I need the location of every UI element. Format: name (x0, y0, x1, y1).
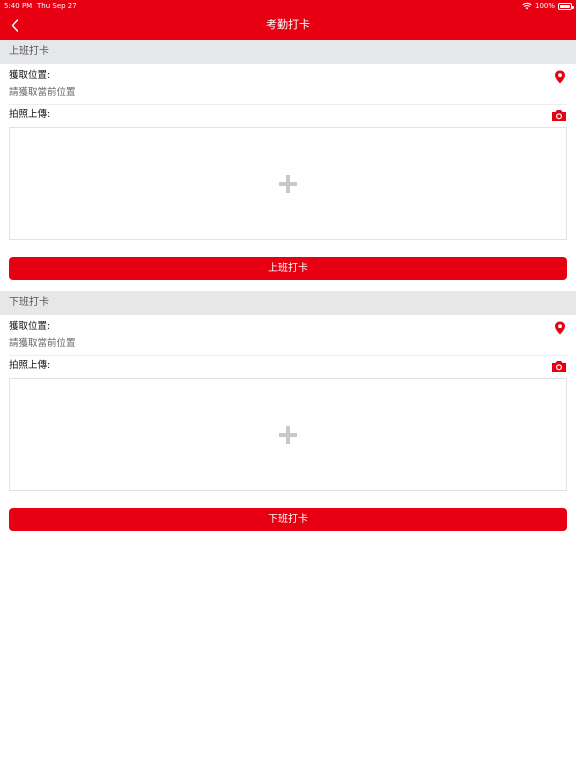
section-header-clock-out: 下班打卡 (0, 291, 576, 315)
location-label: 獲取位置: (9, 70, 51, 81)
camera-icon[interactable] (551, 109, 567, 122)
photo-label: 拍照上傳: (9, 109, 51, 120)
location-pin-icon[interactable] (554, 321, 566, 335)
photo-label: 拍照上傳: (9, 360, 51, 371)
battery-icon (558, 2, 574, 10)
section-header-clock-in: 上班打卡 (0, 40, 576, 64)
location-value: 請獲取當前位置 (9, 338, 76, 349)
location-pin-icon[interactable] (554, 70, 566, 84)
clock-in-button[interactable]: 上班打卡 (9, 257, 567, 280)
clock-out-button[interactable]: 下班打卡 (9, 508, 567, 531)
location-value: 請獲取當前位置 (9, 87, 76, 98)
camera-icon[interactable] (551, 360, 567, 373)
status-right: 100% (522, 0, 574, 12)
status-date: Thu Sep 27 (37, 2, 77, 10)
plus-icon (279, 425, 297, 444)
battery-percent: 100% (534, 2, 555, 10)
status-bar: 5:40 PM Thu Sep 27 100% (0, 0, 576, 12)
navigation-bar: 5:40 PM Thu Sep 27 100% 考勤打卡 (0, 0, 576, 40)
divider (9, 355, 567, 356)
page-title: 考勤打卡 (266, 18, 310, 31)
status-time: 5:40 PM (4, 2, 33, 10)
photo-upload-area[interactable] (9, 378, 567, 491)
plus-icon (279, 174, 297, 193)
photo-upload-area[interactable] (9, 127, 567, 240)
location-label: 獲取位置: (9, 321, 51, 332)
divider (9, 104, 567, 105)
wifi-icon (522, 2, 532, 10)
